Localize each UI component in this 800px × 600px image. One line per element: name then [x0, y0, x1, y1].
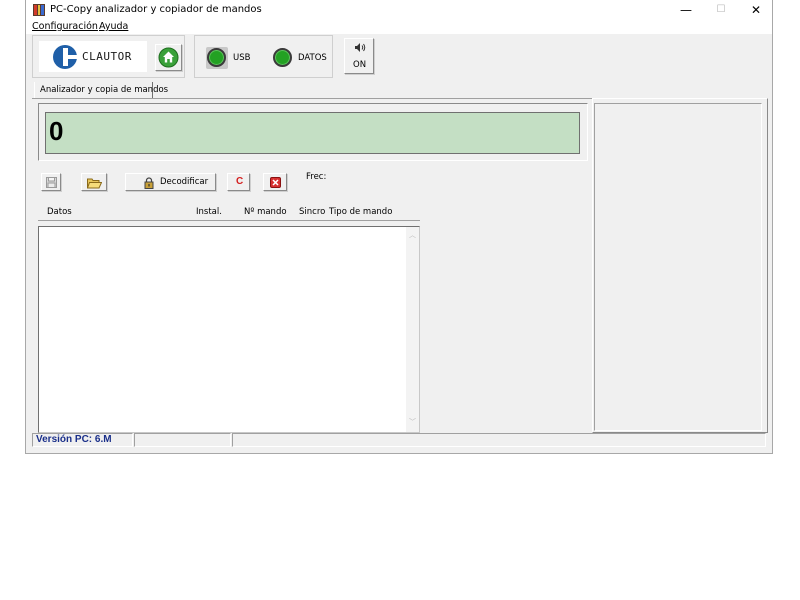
- datos-led-indicator: [273, 48, 292, 67]
- version-label: Versión PC: 6.M: [36, 434, 112, 445]
- app-window: PC-Copy analizador y copiador de mandos …: [25, 0, 773, 454]
- open-folder-icon: [87, 178, 102, 189]
- home-button[interactable]: [155, 44, 182, 71]
- window-title: PC-Copy analizador y copiador de mandos: [50, 4, 262, 15]
- column-tipo-de-mando[interactable]: Tipo de mando: [329, 207, 392, 217]
- open-folder-button[interactable]: [81, 173, 107, 191]
- usb-label: USB: [233, 53, 251, 63]
- app-icon: [33, 4, 45, 16]
- menu-ayuda[interactable]: Ayuda: [99, 21, 128, 32]
- save-button[interactable]: [41, 173, 61, 191]
- scroll-down-icon[interactable]: ﹀: [409, 417, 416, 427]
- padlock-icon: [144, 177, 154, 189]
- status-version-cell: Versión PC: 6.M: [32, 433, 133, 447]
- menu-configuracion[interactable]: Configuración: [32, 21, 98, 32]
- minimize-button[interactable]: —: [669, 0, 703, 20]
- right-panel-inner: [594, 103, 762, 431]
- floppy-disk-icon: [46, 177, 57, 188]
- usb-led-indicator: [207, 48, 226, 67]
- column-sincro[interactable]: Sincro: [299, 207, 325, 217]
- data-list[interactable]: ︿ ﹀: [38, 226, 420, 433]
- menu-bar: Configuración Ayuda: [26, 20, 772, 34]
- decode-button-label: Decodificar: [160, 177, 209, 187]
- frec-label: Frec:: [306, 172, 327, 182]
- clautor-logo: CLAUTOR: [39, 41, 147, 72]
- status-cell-2: [134, 433, 231, 447]
- clear-c-label: C: [236, 176, 244, 187]
- speaker-icon: [355, 43, 366, 52]
- code-display: 0: [45, 112, 580, 154]
- maximize-button[interactable]: ☐: [704, 0, 738, 20]
- code-display-value: 0: [49, 116, 64, 146]
- sound-toggle-button[interactable]: ON: [344, 38, 374, 74]
- status-cell-3: [232, 433, 766, 447]
- code-display-bg: [46, 113, 579, 153]
- close-button[interactable]: ✕: [739, 0, 773, 20]
- tab-analizador[interactable]: Analizador y copia de mandos: [40, 85, 168, 95]
- column-datos[interactable]: Datos: [47, 207, 72, 217]
- logo-text: CLAUTOR: [82, 50, 132, 63]
- list-scrollbar[interactable]: ︿ ﹀: [406, 227, 419, 432]
- delete-x-icon: [270, 177, 281, 188]
- clear-c-button[interactable]: C: [227, 173, 250, 191]
- title-bar: PC-Copy analizador y copiador de mandos …: [26, 0, 772, 20]
- delete-button[interactable]: [263, 173, 287, 191]
- sound-state-label: ON: [353, 60, 367, 70]
- home-icon: [158, 47, 179, 68]
- table-header: Datos Instal. Nº mando Sincro Tipo de ma…: [38, 202, 420, 221]
- column-instal[interactable]: Instal.: [196, 207, 222, 217]
- tab-left-edge: [34, 82, 37, 98]
- decode-button[interactable]: Decodificar: [125, 173, 216, 191]
- datos-label: DATOS: [298, 53, 327, 63]
- clautor-logo-icon: [53, 45, 78, 69]
- scroll-up-icon[interactable]: ︿: [409, 230, 416, 240]
- column-n-mando[interactable]: Nº mando: [244, 207, 287, 217]
